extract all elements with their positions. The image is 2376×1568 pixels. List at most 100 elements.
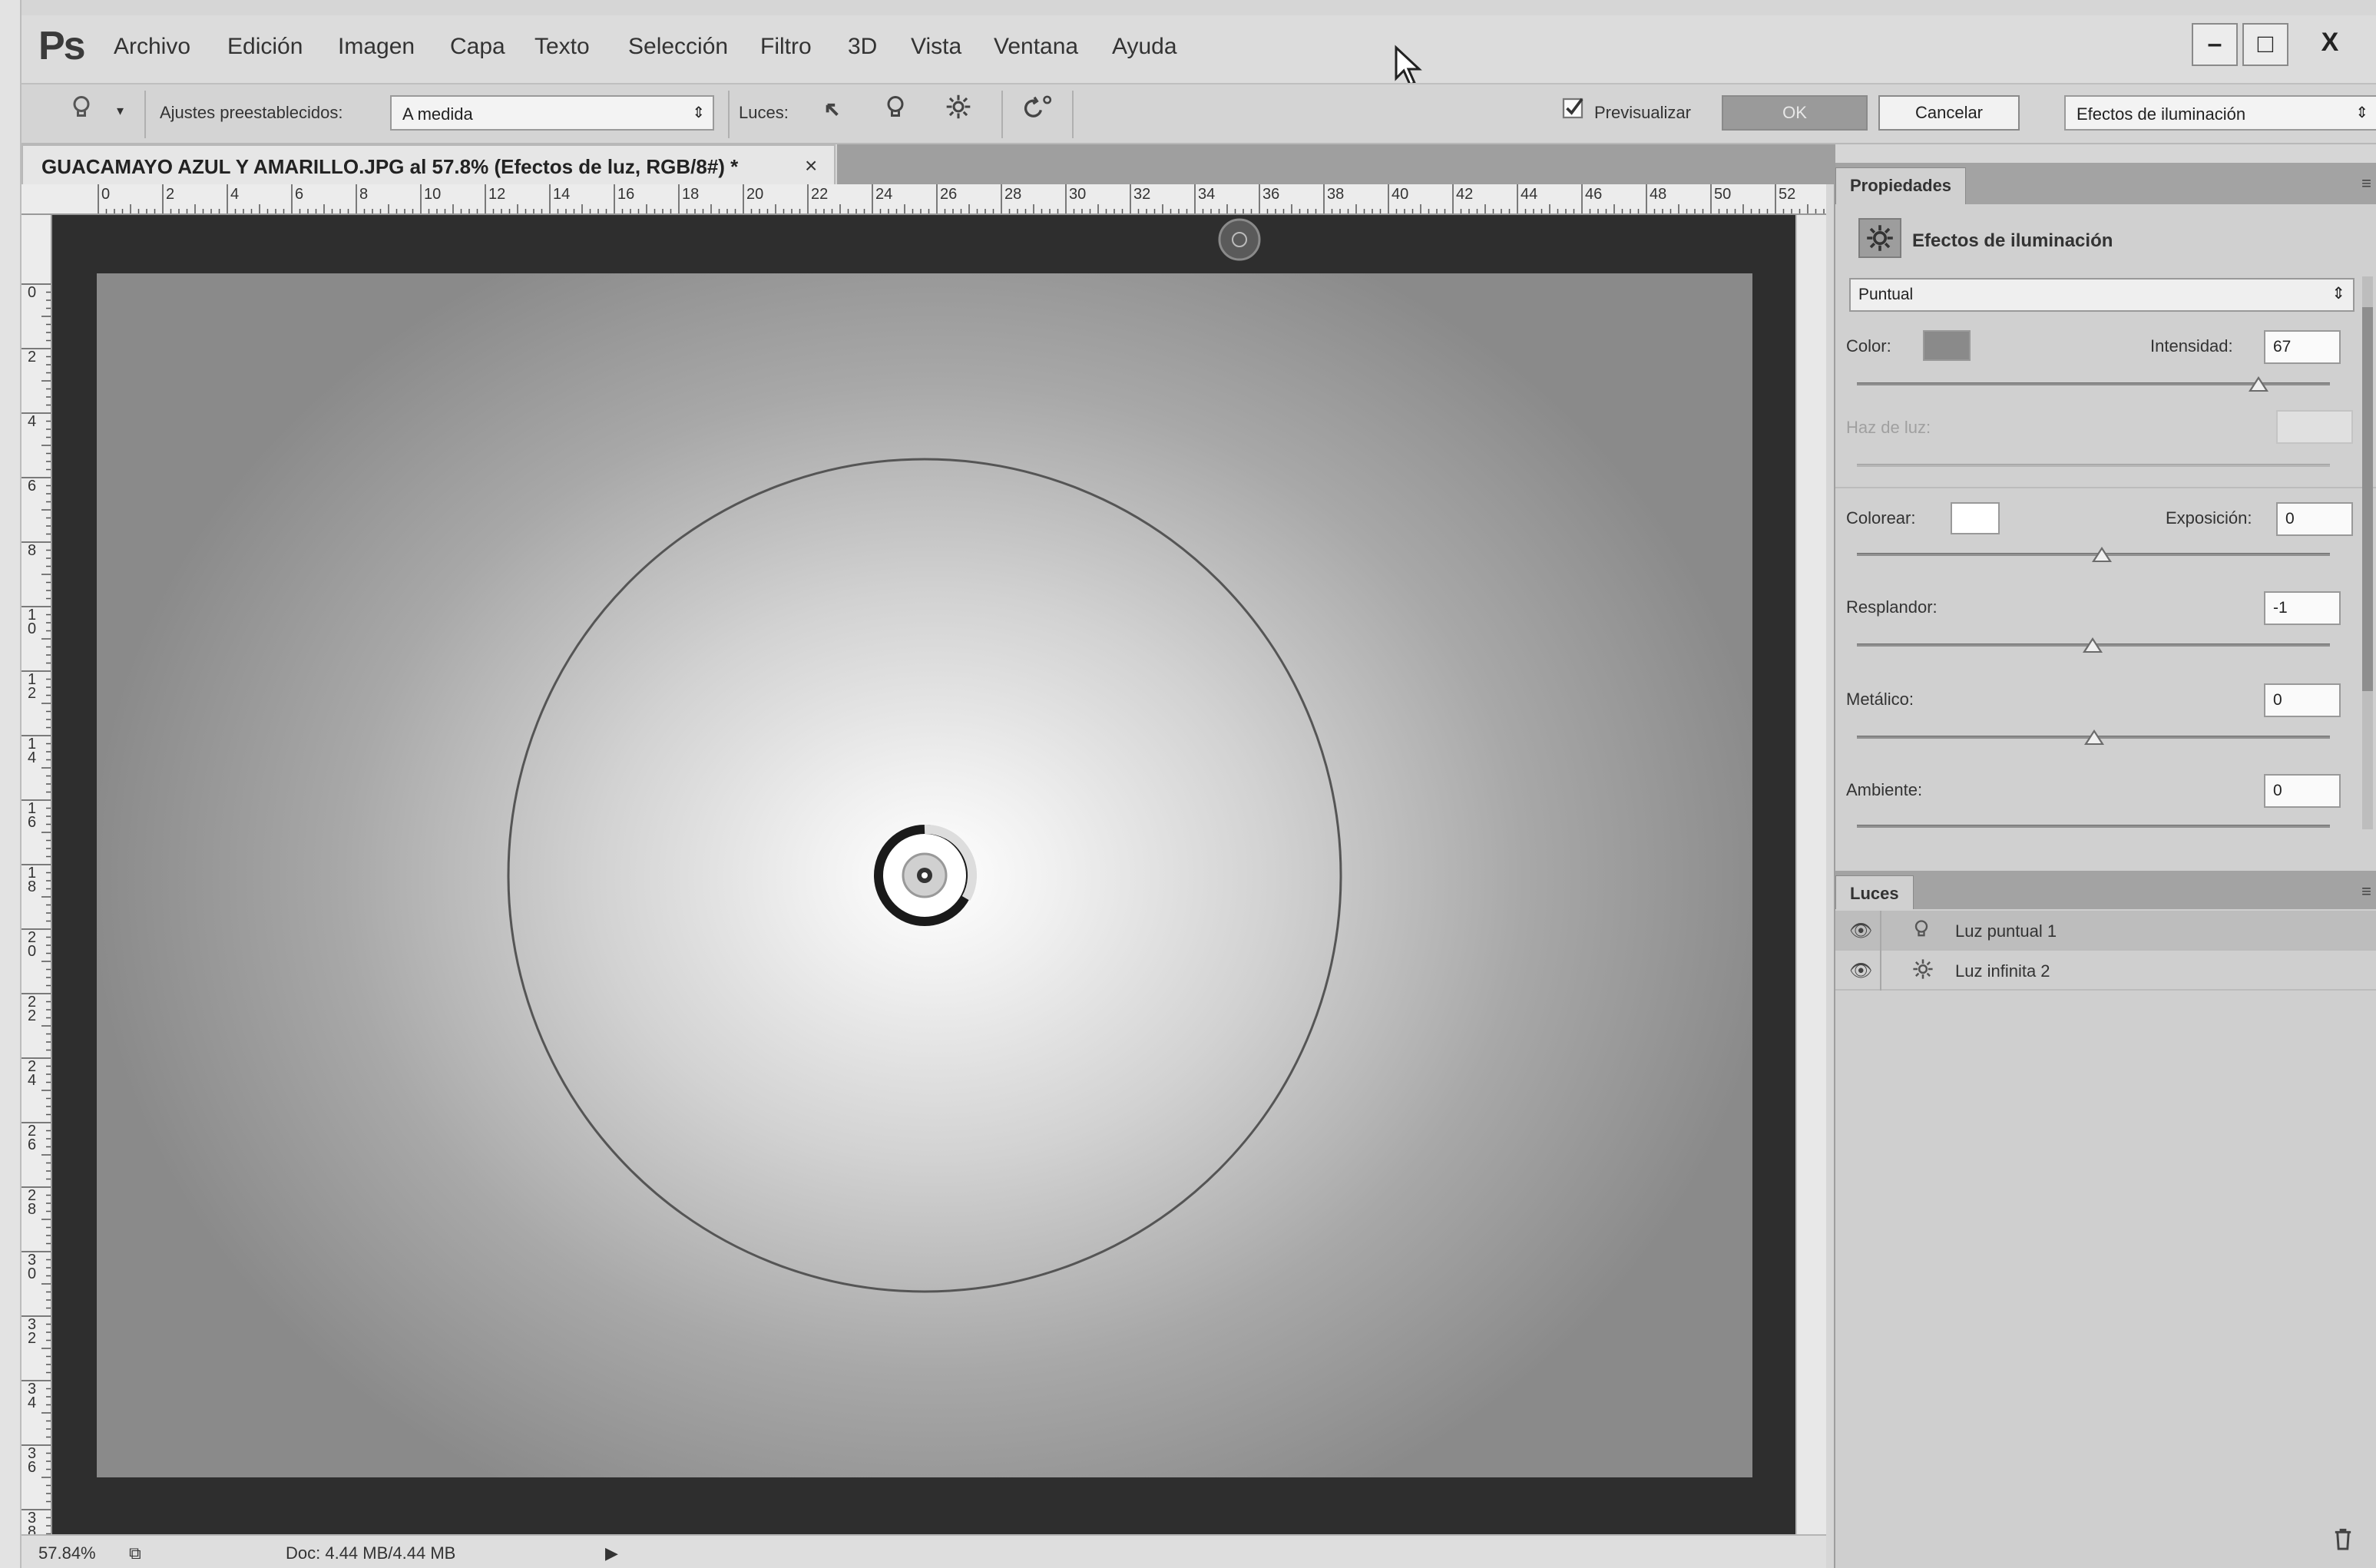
maximize-button[interactable]: □ (2242, 23, 2288, 66)
colorize-swatch[interactable] (1951, 502, 2000, 534)
menu-edicion[interactable]: Edición (227, 34, 303, 60)
panel-menu-icon[interactable]: ≡ (2361, 882, 2371, 901)
ruler-label: 4 (28, 413, 37, 430)
ruler-label: 0 (28, 284, 37, 301)
light-name: Luz puntual 1 (1955, 921, 2057, 941)
ruler-label: 10 (28, 607, 37, 637)
menu-ayuda[interactable]: Ayuda (1112, 34, 1177, 60)
ruler-label: 28 (28, 1187, 37, 1218)
menu-bar: Ps Archivo Edición Imagen Capa Texto Sel… (22, 15, 2376, 83)
status-menu-arrow-icon[interactable]: ▶ (605, 1543, 618, 1563)
ruler-label: 30 (1069, 186, 1087, 203)
metallic-input[interactable]: 0 (2264, 683, 2341, 717)
lights-label: Luces: (739, 103, 789, 122)
workspace-value: Efectos de iluminación (2077, 104, 2246, 124)
tab-lights[interactable]: Luces (1835, 875, 1914, 909)
menu-seleccion[interactable]: Selección (628, 34, 728, 60)
hotspot-slider (1857, 464, 2330, 467)
ambience-slider[interactable] (1857, 825, 2330, 828)
light-overlay (507, 218, 1342, 1293)
panel-menu-icon[interactable]: ≡ (2361, 174, 2371, 194)
metallic-slider-thumb[interactable] (2084, 729, 2104, 745)
ruler-ticks (98, 184, 1825, 213)
menu-vista[interactable]: Vista (911, 34, 961, 60)
intensity-slider-thumb[interactable] (2249, 376, 2268, 392)
minimize-button[interactable]: – (2192, 23, 2238, 66)
bulb-tool-icon[interactable] (63, 94, 100, 132)
exposure-input[interactable]: 0 (2276, 502, 2353, 536)
cancel-button[interactable]: Cancelar (1878, 95, 2020, 131)
ruler-label: 6 (28, 478, 37, 495)
light-type-select[interactable]: Puntual ⇕ (1849, 278, 2354, 312)
properties-title: Efectos de iluminación (1912, 230, 2113, 251)
menu-3d[interactable]: 3D (848, 34, 877, 60)
rotate-light-icon[interactable] (1020, 94, 1057, 132)
vertical-scrollbar[interactable] (1795, 215, 1826, 1534)
ruler-label: 48 (1650, 186, 1667, 203)
menu-capa[interactable]: Capa (450, 34, 505, 60)
menu-imagen[interactable]: Imagen (338, 34, 415, 60)
ambience-input[interactable]: 0 (2264, 774, 2341, 808)
ruler-label: 18 (28, 865, 37, 895)
menu-filtro[interactable]: Filtro (760, 34, 812, 60)
ruler-label: 12 (488, 186, 506, 203)
close-tab-icon[interactable]: × (805, 154, 817, 178)
colorize-label: Colorear: (1846, 508, 1916, 528)
menu-ventana[interactable]: Ventana (994, 34, 1078, 60)
ruler-label: 52 (1779, 186, 1796, 203)
ruler-horizontal: 0 2 4 6 8 10 12 14 16 18 20 22 24 26 28 30 32 34 36 38 40 42 4… (22, 184, 1826, 215)
add-infinite-light-icon[interactable] (940, 94, 977, 132)
preview-checkbox[interactable] (1557, 94, 1588, 132)
workspace-select[interactable]: Efectos de iluminación ⇕ (2064, 95, 2376, 131)
sun-icon (1912, 958, 1934, 985)
add-point-light-icon[interactable] (877, 94, 914, 132)
gloss-label: Resplandor: (1846, 597, 1938, 617)
menu-texto[interactable]: Texto (534, 34, 590, 60)
light-direction-handle[interactable] (1218, 218, 1261, 261)
ruler-label: 14 (553, 186, 571, 203)
exposure-slider-thumb[interactable] (2092, 547, 2112, 562)
trash-icon[interactable] (2331, 1527, 2354, 1557)
document-tab[interactable]: GUACAMAYO AZUL Y AMARILLO.JPG al 57.8% (… (22, 144, 836, 184)
ruler-label: 34 (28, 1381, 37, 1411)
tab-properties[interactable]: Propiedades (1835, 167, 1967, 204)
exposure-label: Exposición: (2166, 508, 2252, 528)
eye-icon[interactable]: 👁 (1849, 960, 1872, 982)
bulb-icon (1912, 918, 1931, 945)
ruler-label: 16 (617, 186, 635, 203)
tool-preset-arrow-icon[interactable]: ▾ (117, 103, 124, 119)
preview-label: Previsualizar (1594, 103, 1691, 122)
properties-scroll-thumb[interactable] (2362, 307, 2373, 691)
canvas-frame (52, 215, 1795, 1534)
ruler-label: 8 (28, 542, 37, 559)
close-button[interactable]: X (2299, 23, 2361, 66)
hotspot-label: Haz de luz: (1846, 418, 1931, 437)
ok-button[interactable]: OK (1722, 95, 1868, 131)
ruler-label: 8 (359, 186, 369, 203)
reset-light-icon[interactable] (814, 94, 851, 132)
light-color-swatch[interactable] (1923, 330, 1971, 361)
eye-icon[interactable]: 👁 (1849, 920, 1872, 942)
ruler-label: 22 (811, 186, 829, 203)
status-export-icon[interactable]: ⧉ (129, 1543, 141, 1563)
menu-archivo[interactable]: Archivo (114, 34, 190, 60)
ruler-label: 22 (28, 994, 37, 1024)
presets-select[interactable]: A medida ⇕ (390, 95, 714, 131)
ruler-label: 16 (28, 800, 37, 831)
light-row-point[interactable]: 👁 Luz puntual 1 (1835, 911, 2376, 951)
ruler-label: 10 (424, 186, 442, 203)
select-arrows-icon: ⇕ (2331, 285, 2345, 303)
light-row-infinite[interactable]: 👁 Luz infinita 2 (1835, 951, 2376, 991)
photoshop-window: Ps Archivo Edición Imagen Capa Texto Sel… (0, 0, 2376, 1568)
ruler-label: 36 (28, 1445, 37, 1476)
ruler-label: 20 (746, 186, 764, 203)
ruler-label: 6 (295, 186, 304, 203)
ruler-label: 36 (1262, 186, 1280, 203)
ruler-label: 24 (28, 1058, 37, 1089)
zoom-level[interactable]: 57.84% (38, 1543, 96, 1563)
ruler-label: 38 (28, 1510, 37, 1534)
gloss-slider-thumb[interactable] (2083, 637, 2103, 653)
gloss-input[interactable]: -1 (2264, 591, 2341, 625)
intensity-input[interactable]: 67 (2264, 330, 2341, 364)
window-controls: – □ X (2192, 23, 2376, 69)
